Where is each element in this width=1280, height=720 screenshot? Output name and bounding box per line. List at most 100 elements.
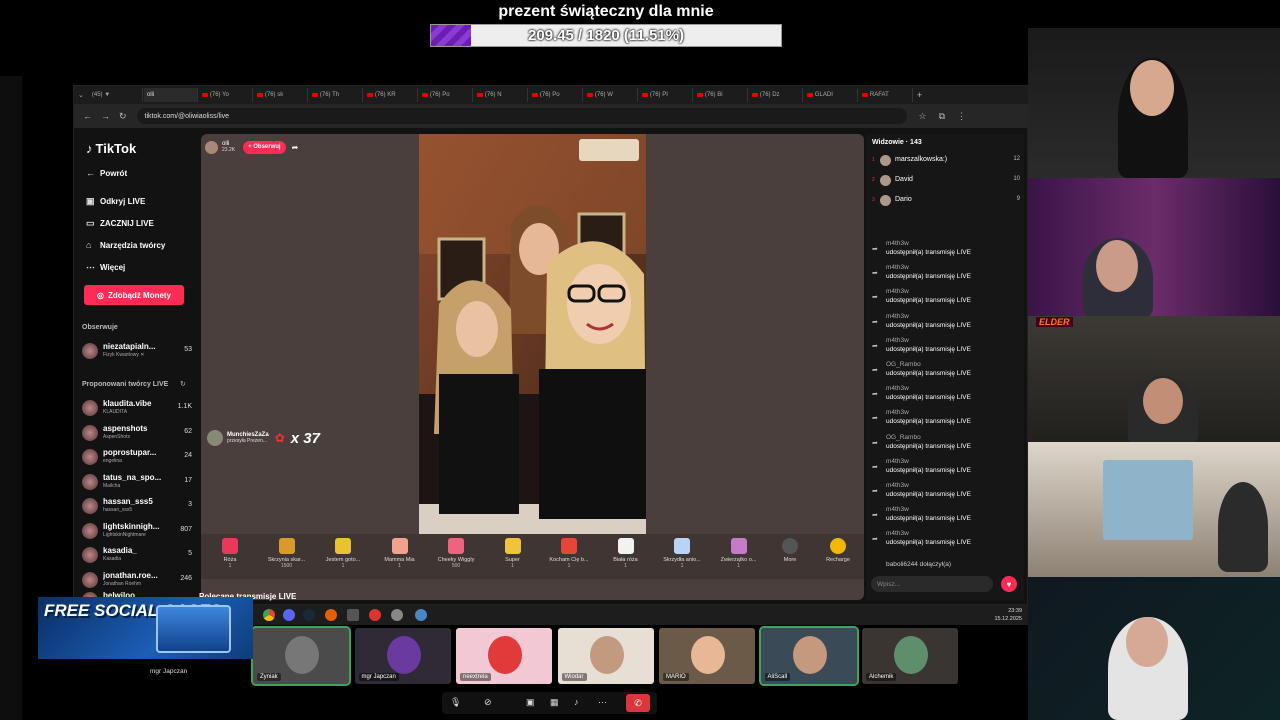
sidebar-creator[interactable]: niezatapialn... Fizyk Kwantowy ✕ 53 [82, 341, 192, 363]
host-info[interactable]: olli 23.2K + Obserwuj ➦ [205, 138, 330, 156]
sidebar-item-creator-tools[interactable]: ⌂ Narzędzia twórcy [86, 240, 165, 250]
chat-username[interactable]: m4th3w [886, 409, 909, 416]
sidebar-creator[interactable]: hassan_sss5 hassan_sss5 3 [82, 496, 192, 518]
hang-up-button[interactable]: ✆ [626, 694, 650, 712]
settings-gear-icon[interactable] [391, 609, 403, 621]
obs-icon[interactable] [369, 609, 381, 621]
share-icon[interactable]: ➦ [292, 143, 299, 152]
discord-icon[interactable] [283, 609, 295, 621]
steam-icon[interactable] [303, 609, 315, 621]
chat-username[interactable]: m4th3w [886, 337, 909, 344]
participant-avatar [285, 636, 319, 674]
chat-username[interactable]: m4th3w [886, 458, 909, 465]
gift-item[interactable]: Jestem goto... 1 [318, 538, 368, 569]
discord-participant-tile[interactable]: Zyniak [251, 626, 351, 686]
chat-username[interactable]: m4th3w [886, 506, 909, 513]
browser-tab[interactable]: (76) KR [364, 88, 418, 102]
discord-participant-tile[interactable]: MARIO [659, 628, 755, 684]
browser-tab[interactable]: (76) Yo [199, 88, 253, 102]
soundboard-icon[interactable]: ♪ [574, 697, 579, 707]
chat-username[interactable]: m4th3w [886, 240, 909, 247]
sidebar-creator[interactable]: poprostupar... engelina 24 [82, 447, 192, 469]
sidebar-item-more[interactable]: ⋯ Więcej [86, 262, 125, 273]
chat-text: udostępnił(a) transmisję LIVE [886, 539, 971, 547]
sidebar-creator[interactable]: jonathan.roe... Jonathan Roehm 246 [82, 570, 192, 592]
reload-icon[interactable]: ↻ [119, 111, 127, 122]
new-tab-icon[interactable]: + [917, 90, 922, 100]
sidebar-item-discover-live[interactable]: ▣ Odkryj LIVE [86, 196, 145, 207]
discord-participant-tile[interactable]: neextrela [456, 628, 552, 684]
sidebar-item-start-live[interactable]: ▭ ZACZNIJ LIVE [86, 218, 154, 229]
forward-icon[interactable]: → [101, 111, 110, 121]
activities-icon[interactable]: ▦ [550, 697, 559, 708]
chat-username[interactable]: m4th3w [886, 482, 909, 489]
refresh-icon[interactable]: ↻ [180, 380, 186, 388]
sidebar-item-back[interactable]: ← Powrót [86, 168, 127, 178]
app-icon[interactable] [415, 609, 427, 621]
chat-username[interactable]: m4th3w [886, 313, 909, 320]
url-field[interactable]: tiktok.com/@oliwiaoliss/live [136, 108, 907, 124]
browser-tab[interactable]: olli [143, 88, 198, 102]
chat-input[interactable]: Wpisz... [871, 576, 993, 592]
browser-tab[interactable]: (76) Bi [694, 88, 748, 102]
browser-tab[interactable]: (76) W [584, 88, 638, 102]
tiktok-logo[interactable]: ♪ TikTok [86, 141, 136, 156]
discord-participant-tile[interactable]: Wiodar [557, 628, 654, 684]
browser-tab[interactable]: (76) Th [309, 88, 363, 102]
browser-tab[interactable]: (45) ▼ [89, 88, 143, 102]
microphone-icon[interactable]: 🎙 [450, 697, 461, 708]
browser-tab[interactable]: (76) Po [529, 88, 583, 102]
heart-icon[interactable]: ♥ [1001, 576, 1017, 592]
chat-username[interactable]: OG_Rambo [886, 361, 921, 368]
menu-dots-icon[interactable]: ⋮ [957, 111, 966, 122]
discord-participant-tile[interactable]: Alchemik [862, 628, 958, 684]
bookmark-star-icon[interactable]: ☆ [919, 111, 927, 122]
gift-item[interactable]: Super 1 [488, 538, 538, 569]
chat-username[interactable]: OG_Rambo [886, 434, 921, 441]
more-icon[interactable]: ⋯ [598, 697, 607, 708]
gift-item[interactable]: Biała róża 1 [601, 538, 651, 569]
gift-item[interactable]: Skrzynia skar... 1500 [262, 538, 312, 569]
browser-tab[interactable]: (76) PI [639, 88, 693, 102]
camera-off-icon[interactable]: ⊘ [484, 697, 492, 708]
discord-participant-tile[interactable]: AliScall [758, 626, 859, 686]
browser-tab[interactable]: GLADI [804, 88, 858, 102]
screen-share-icon[interactable]: ▣ [526, 697, 535, 708]
viewers-header[interactable]: Widzowie · 143 [872, 139, 922, 146]
app-icon[interactable] [347, 609, 359, 621]
browser-tab[interactable]: (76) sk [254, 88, 308, 102]
chat-username[interactable]: m4th3w [886, 288, 909, 295]
browser-tab[interactable]: (76) Po [419, 88, 473, 102]
chat-username[interactable]: m4th3w [886, 530, 909, 537]
chat-username[interactable]: m4th3w [886, 264, 909, 271]
sidebar-creator[interactable]: tatus_na_spo... Mailcha 17 [82, 472, 192, 494]
top-viewer-row[interactable]: 1 marszalkowska:) 12 [872, 154, 1020, 170]
sidebar-creator[interactable]: kasadia_ Kasadia 5 [82, 545, 192, 567]
chrome-icon[interactable] [263, 609, 275, 621]
back-icon[interactable]: ← [83, 111, 92, 121]
gift-item[interactable]: Skrzydła anio... 1 [657, 538, 707, 569]
browser-tab[interactable]: (76) N [474, 88, 528, 102]
chat-username[interactable]: m4th3w [886, 385, 909, 392]
top-viewer-row[interactable]: 2 David 10 [872, 174, 1020, 190]
browser-tab[interactable]: (76) Dz [749, 88, 803, 102]
gift-item[interactable]: Róża 1 [205, 538, 255, 569]
firefox-icon[interactable] [325, 609, 337, 621]
gift-item[interactable]: Kocham Cię b... 1 [544, 538, 594, 569]
earn-coins-button[interactable]: ◎ Zdobądź Monety [84, 285, 184, 305]
more-gifts-button[interactable]: More [765, 538, 815, 563]
sidebar-creator[interactable]: lightskinnigh... LightskinNightmare 807 [82, 521, 192, 543]
live-video[interactable] [419, 134, 646, 534]
tab-search-icon[interactable]: ⌄ [78, 91, 84, 99]
browser-tab[interactable]: RAFAT [859, 88, 913, 102]
sidebar-creator[interactable]: aspenshots AspenShots 62 [82, 423, 192, 445]
extensions-icon[interactable]: ⧉ [939, 111, 945, 122]
discord-participant-tile[interactable]: mgr Japczan [354, 628, 451, 684]
follow-button[interactable]: + Obserwuj [243, 140, 286, 154]
gift-item[interactable]: Cheeky Wiggly 500 [431, 538, 481, 569]
sidebar-creator[interactable]: klaudita.vibe KLAUDITA 1.1K [82, 398, 192, 420]
recharge-button[interactable]: Recharge [813, 538, 863, 563]
top-viewer-row[interactable]: 3 Dario 9 [872, 194, 1020, 210]
gift-item[interactable]: Mamma Mia 1 [375, 538, 425, 569]
gift-item[interactable]: Zwierzątko o... 1 [714, 538, 764, 569]
